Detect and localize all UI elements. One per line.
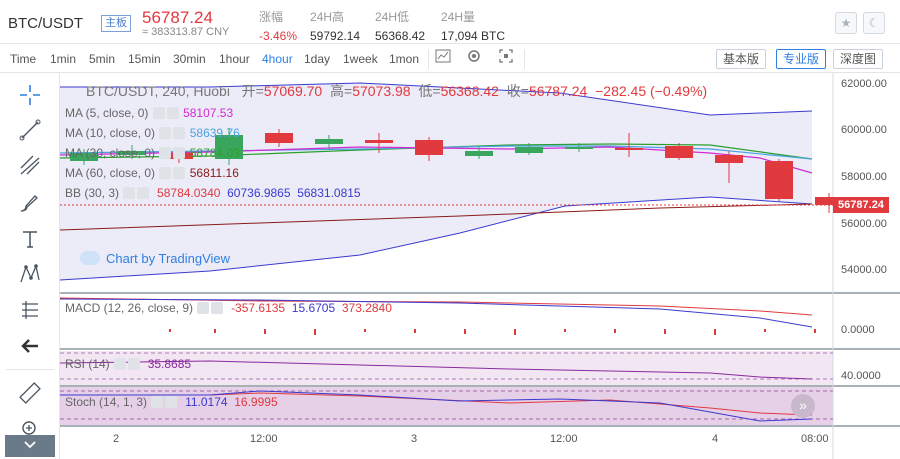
candle-body <box>565 147 593 149</box>
time-axis-label: 12:00 <box>550 433 578 445</box>
legend-ma60[interactable]: MA (60, close, 0) 56811.16 <box>65 166 239 180</box>
price-axis-label: 60000.00 <box>841 124 887 136</box>
view-pro-button[interactable]: 专业版 <box>776 49 827 69</box>
price-axis-label: 58000.00 <box>841 171 887 183</box>
candle-body <box>315 139 343 144</box>
rsi-axis-label: 40.0000 <box>841 370 881 382</box>
last-price: 56787.24 <box>142 8 213 27</box>
legend-stoch[interactable]: Stoch (14, 1, 3) 11.0174 16.9995 <box>65 395 278 409</box>
tradingview-watermark[interactable]: Chart by TradingView <box>80 251 230 266</box>
toolbar-divider <box>524 49 525 69</box>
candle-body <box>365 140 393 143</box>
time-axis-label: 2 <box>113 433 120 445</box>
candle-body <box>265 133 293 143</box>
current-price-marker: 56787.24 <box>833 197 889 213</box>
stat-change: 涨幅 -3.46% <box>259 10 298 43</box>
crosshair-icon[interactable] <box>18 83 42 107</box>
text-tool-icon[interactable] <box>18 227 42 251</box>
candle-body <box>415 140 443 155</box>
back-arrow-icon[interactable] <box>18 334 42 358</box>
cny-value: ≈ 383313.87 CNY <box>142 26 230 38</box>
tools-divider <box>6 369 54 370</box>
settings-gear-icon[interactable] <box>463 49 485 69</box>
theme-moon-icon[interactable]: ☾ <box>863 12 885 34</box>
candle-body <box>465 151 493 156</box>
legend-rsi[interactable]: RSI (14) 35.8685 <box>65 357 191 371</box>
time-axis-label: 08:00 <box>801 433 829 445</box>
drawing-tools-sidebar <box>0 73 60 459</box>
timeframe-1hour[interactable]: 1hour <box>219 52 250 66</box>
toolbar-divider <box>428 49 429 69</box>
time-axis-label: 12:00 <box>250 433 278 445</box>
pattern-icon[interactable] <box>18 262 42 286</box>
timeframe-time[interactable]: Time <box>10 52 36 66</box>
timeframe-1min[interactable]: 1min <box>50 52 76 66</box>
favorite-star-icon[interactable]: ★ <box>835 12 857 34</box>
candle-body <box>765 161 793 199</box>
market-tag: 主板 <box>101 15 131 32</box>
chart-toolbar: Time 1min 5min 15min 30min 1hour 4hour 1… <box>0 44 900 73</box>
fullscreen-icon[interactable] <box>495 49 517 69</box>
scroll-to-latest-button[interactable]: » <box>791 394 815 418</box>
legend-bb[interactable]: BB (30, 3) 58784.0340 60736.9865 56831.0… <box>65 186 361 200</box>
collapse-tools-chevron-icon[interactable] <box>5 435 55 457</box>
view-depth-button[interactable]: 深度图 <box>833 49 884 69</box>
indicators-icon[interactable] <box>432 49 454 69</box>
time-axis-label: 4 <box>712 433 719 445</box>
market-header: BTC/USDT 主板 56787.24 ≈ 383313.87 CNY 涨幅 -… <box>0 0 900 44</box>
time-axis-label: 3 <box>411 433 418 445</box>
timeframe-15min[interactable]: 15min <box>128 52 161 66</box>
stat-24h-high: 24H高 59792.14 <box>310 10 361 43</box>
timeframe-30min[interactable]: 30min <box>173 52 206 66</box>
price-chart[interactable]: BTC/USDT, 240, Huobi 开=57069.70 高=57073.… <box>60 73 900 459</box>
legend-ma5[interactable]: MA (5, close, 0) 58107.53 <box>65 106 233 120</box>
timeframe-4hour[interactable]: 4hour <box>262 52 293 66</box>
price-axis-label: 56000.00 <box>841 218 887 230</box>
legend-macd[interactable]: MACD (12, 26, close, 9) -357.6135 15.670… <box>65 301 392 315</box>
timeframe-1day[interactable]: 1day <box>304 52 330 66</box>
ohlc-legend: BTC/USDT, 240, Huobi 开=57069.70 高=57073.… <box>86 83 708 99</box>
ruler-icon[interactable] <box>18 381 42 405</box>
candle-body <box>615 148 643 150</box>
brush-icon[interactable] <box>18 191 42 215</box>
macd-axis-label: 0.0000 <box>841 324 875 336</box>
candle-body <box>665 146 693 158</box>
stat-24h-low: 24H低 56368.42 <box>375 10 426 43</box>
timeframe-1mon[interactable]: 1mon <box>389 52 419 66</box>
symbol-name[interactable]: BTC/USDT <box>8 15 83 32</box>
legend-ma10[interactable]: MA (10, close, 0) 58639.76 <box>65 126 240 140</box>
prediction-icon[interactable] <box>18 298 42 322</box>
candle-body <box>515 147 543 153</box>
view-basic-button[interactable]: 基本版 <box>716 49 767 69</box>
stat-24h-volume: 24H量 17,094 BTC <box>441 10 506 43</box>
legend-ma30[interactable]: MA (30, close, 0) 58784.03 <box>65 146 240 160</box>
trend-line-icon[interactable] <box>18 118 42 142</box>
timeframe-5min[interactable]: 5min <box>89 52 115 66</box>
price-axis-label: 62000.00 <box>841 78 887 90</box>
timeframe-1week[interactable]: 1week <box>343 52 378 66</box>
pitchfork-icon[interactable] <box>18 153 42 177</box>
candle-body <box>715 155 743 163</box>
price-axis-label: 54000.00 <box>841 264 887 276</box>
